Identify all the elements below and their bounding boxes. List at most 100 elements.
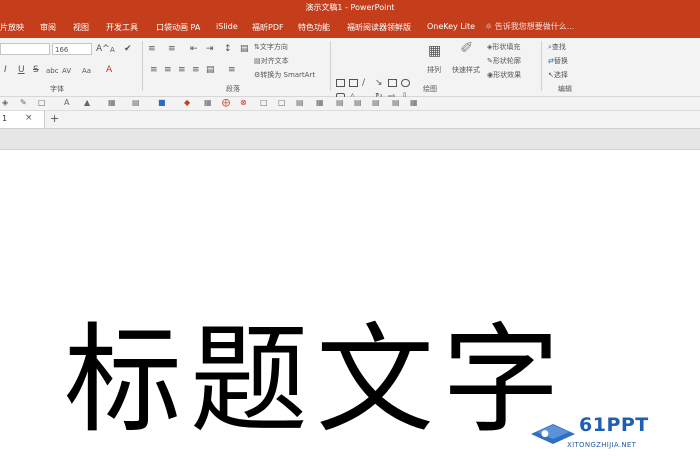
arrange-button[interactable]: 排列	[427, 65, 441, 75]
shape-outline-button[interactable]: ✎形状轮廓	[487, 56, 521, 66]
shape-fill-button[interactable]: ◈形状填充	[487, 42, 520, 52]
line-shape-icon[interactable]: ∕	[362, 78, 365, 88]
underline-icon[interactable]: U	[18, 65, 25, 75]
align-text-label: 对齐文本	[260, 57, 289, 65]
select-button[interactable]: ↖选择	[548, 70, 568, 80]
oval-shape-icon[interactable]	[401, 79, 410, 87]
numbering-icon[interactable]: ≡	[168, 44, 176, 54]
tab-view[interactable]: 视图	[73, 22, 89, 33]
delete-icon[interactable]: ⊗	[240, 98, 247, 107]
align-right-icon[interactable]: ≡	[178, 65, 186, 75]
tab-review[interactable]: 审阅	[40, 22, 56, 33]
close-tab-icon[interactable]: ×	[25, 113, 33, 123]
quick-styles-button[interactable]: 快速样式	[452, 65, 480, 75]
format-painter-icon[interactable]: ◈	[2, 98, 8, 107]
tab-foxit-pdf[interactable]: 福昕PDF	[252, 22, 284, 33]
align-icon[interactable]: ▤	[132, 98, 140, 107]
group-icon[interactable]: ▦	[204, 98, 212, 107]
fill-color-icon[interactable]: ■	[158, 98, 166, 107]
align-left-icon[interactable]: ≡	[150, 65, 158, 75]
vertical-textbox-shape-icon[interactable]	[349, 79, 358, 87]
find-button[interactable]: ⌕查找	[548, 42, 566, 52]
convert-smartart-label: 转换为 SmartArt	[260, 71, 316, 79]
table-icon[interactable]: ▦	[108, 98, 116, 107]
crop-icon[interactable]: □	[260, 98, 268, 107]
columns-icon[interactable]: ▤	[240, 44, 249, 54]
shape-effects-button[interactable]: ◉形状效果	[487, 70, 521, 80]
shrink-font-icon[interactable]: A	[110, 45, 115, 55]
bullets-icon[interactable]: ≡	[148, 44, 156, 54]
arrange-icon[interactable]: ▦	[428, 44, 441, 58]
rotate-icon[interactable]: ⨁	[222, 98, 230, 107]
image-icon[interactable]: ▤	[296, 98, 304, 107]
italic-icon[interactable]: I	[4, 65, 7, 75]
char-spacing-icon[interactable]: AV	[62, 66, 71, 76]
separator	[541, 41, 542, 91]
rectangle-shape-icon[interactable]	[388, 79, 397, 87]
distribute-icon[interactable]: ▤	[336, 98, 344, 107]
text-color-icon[interactable]: A	[64, 98, 69, 107]
paragraph-settings-icon[interactable]: ≡	[228, 65, 236, 75]
find-label: 查找	[551, 43, 566, 51]
tab-foxit-reader[interactable]: 福昕阅读器领鲜版	[347, 22, 411, 33]
tab-developer[interactable]: 开发工具	[106, 22, 138, 33]
highlight-icon[interactable]: ▲	[84, 98, 90, 107]
distribute-icon[interactable]: ▤	[206, 65, 215, 75]
watermark-logo: ● 61PPT XITONGZHIJIA.NET	[527, 412, 692, 454]
tab-pocket-animation[interactable]: 口袋动画 PA	[156, 22, 200, 33]
tab-onekey-lite[interactable]: OneKey Lite	[427, 22, 475, 31]
align-text-icon: ▤	[254, 57, 261, 65]
ribbon-tab-bar: 片放映 审阅 视图 开发工具 口袋动画 PA iSlide 福昕PDF 特色功能…	[0, 16, 700, 38]
slide-title-text[interactable]: 标题文字	[64, 305, 568, 455]
tab-islide[interactable]: iSlide	[216, 22, 238, 31]
line-spacing-icon[interactable]: ↕	[224, 44, 232, 54]
frame-icon[interactable]: □	[278, 98, 286, 107]
font-name-combo[interactable]	[0, 43, 50, 55]
shape-fill-label: 形状填充	[492, 43, 521, 51]
watermark-brand: 61PPT	[579, 414, 649, 436]
text-direction-label: 文字方向	[259, 43, 288, 51]
font-color-icon[interactable]: A	[106, 65, 112, 75]
grow-font-icon[interactable]: A^	[96, 44, 110, 54]
replace-button[interactable]: ⇄替换	[548, 56, 568, 66]
align-center-icon[interactable]: ≡	[164, 65, 172, 75]
add-tab-icon[interactable]: +	[50, 112, 59, 125]
selection-pane-icon[interactable]: ▦	[410, 98, 418, 107]
quick-styles-icon[interactable]: ✐	[460, 40, 473, 56]
bring-forward-icon[interactable]: ▤	[372, 98, 380, 107]
arrow-line-shape-icon[interactable]: ↘	[375, 78, 383, 88]
convert-smartart-button[interactable]: ⚙转换为 SmartArt	[254, 70, 315, 80]
editing-group-label: 编辑	[558, 85, 572, 93]
replace-label: 替换	[553, 57, 568, 65]
document-tab-name: 1	[2, 114, 8, 123]
font-size-combo[interactable]: 166	[52, 43, 92, 55]
tell-me-box[interactable]: ☼ 告诉我您想要做什么...	[485, 21, 574, 32]
layers-icon[interactable]: ▤	[354, 98, 362, 107]
strikethrough-icon[interactable]: S	[33, 65, 39, 75]
select-label: 选择	[553, 71, 568, 79]
separator	[142, 41, 143, 91]
clear-format-icon[interactable]: ✔	[124, 44, 132, 54]
send-backward-icon[interactable]: ▤	[392, 98, 400, 107]
window-title: 演示文稿1 - PowerPoint	[305, 3, 395, 12]
change-case-icon[interactable]: Aa	[82, 66, 91, 76]
textbox-shape-icon[interactable]	[336, 79, 345, 87]
shape-icon[interactable]: ◆	[184, 98, 190, 107]
shadow-text-icon[interactable]: abc	[46, 66, 59, 76]
document-tab[interactable]: 1 ×	[0, 111, 45, 128]
tab-features[interactable]: 特色功能	[298, 22, 330, 33]
outline-icon[interactable]: □	[38, 98, 46, 107]
shape-outline-label: 形状轮廓	[492, 57, 521, 65]
ribbon: 166 A^ A ✔ I U S abc AV Aa A 字体 ≡ ≡ ⇤ ⇥ …	[0, 38, 700, 115]
watermark-url: XITONGZHIJIA.NET	[567, 441, 637, 449]
grid-icon[interactable]: ▦	[316, 98, 324, 107]
font-group-label: 字体	[50, 85, 64, 93]
slide-area-top	[0, 129, 700, 150]
text-direction-button[interactable]: ⇅文字方向	[254, 42, 288, 52]
brush-icon[interactable]: ✎	[20, 98, 27, 107]
justify-icon[interactable]: ≡	[192, 65, 200, 75]
decrease-indent-icon[interactable]: ⇤	[190, 44, 198, 54]
tab-slideshow[interactable]: 片放映	[0, 22, 24, 33]
align-text-button[interactable]: ▤对齐文本	[254, 56, 289, 66]
increase-indent-icon[interactable]: ⇥	[206, 44, 214, 54]
